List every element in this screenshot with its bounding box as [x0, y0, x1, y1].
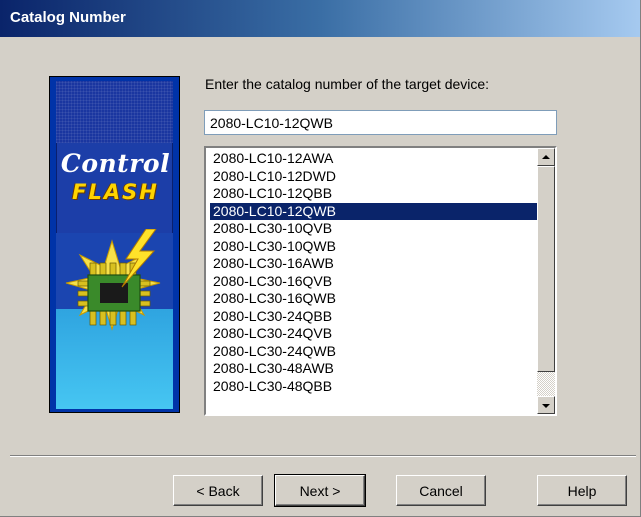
catalog-list-items: 2080-LC10-12AWA 2080-LC10-12DWD 2080-LC10-…: [206, 148, 537, 395]
chip-lightning-icon: [65, 229, 161, 331]
scroll-up-button[interactable]: [537, 148, 555, 166]
arrow-down-icon: [542, 404, 550, 408]
banner-logo-flash: FLASH: [72, 180, 159, 204]
list-item[interactable]: 2080-LC30-16QVB: [210, 273, 537, 291]
list-scrollbar[interactable]: [537, 148, 555, 414]
controlflash-banner: Control FLASH: [49, 76, 180, 413]
list-item[interactable]: 2080-LC30-10QWB: [210, 238, 537, 256]
list-item[interactable]: 2080-LC30-24QWB: [210, 343, 537, 361]
dialog-window: Catalog Number Control FLASH Enter the c…: [0, 0, 641, 517]
list-item[interactable]: 2080-LC10-12AWA: [210, 150, 537, 168]
list-item[interactable]: 2080-LC30-16AWB: [210, 255, 537, 273]
list-item[interactable]: 2080-LC30-48QBB: [210, 378, 537, 396]
title-bar[interactable]: Catalog Number: [0, 0, 640, 37]
list-item[interactable]: 2080-LC10-12QWB: [210, 202, 537, 220]
help-button[interactable]: Help: [537, 475, 627, 506]
list-item[interactable]: 2080-LC30-24QBB: [210, 308, 537, 326]
button-separator: [10, 455, 636, 457]
list-item[interactable]: 2080-LC30-10QVB: [210, 220, 537, 238]
banner-pattern: [56, 81, 173, 143]
cancel-button[interactable]: Cancel: [396, 475, 486, 506]
catalog-number-input[interactable]: [204, 110, 557, 135]
list-item[interactable]: 2080-LC30-24QVB: [210, 325, 537, 343]
banner-logo-control: Control: [60, 149, 171, 178]
instruction-label: Enter the catalog number of the target d…: [205, 76, 490, 92]
list-item[interactable]: 2080-LC10-12QBB: [210, 185, 537, 203]
list-item[interactable]: 2080-LC30-48AWB: [210, 360, 537, 378]
list-item[interactable]: 2080-LC30-16QWB: [210, 290, 537, 308]
scroll-down-button[interactable]: [537, 396, 555, 414]
list-item[interactable]: 2080-LC10-12DWD: [210, 168, 537, 186]
catalog-number-list[interactable]: 2080-LC10-12AWA 2080-LC10-12DWD 2080-LC10-…: [204, 146, 557, 416]
window-title: Catalog Number: [10, 9, 126, 26]
next-button[interactable]: Next >: [274, 474, 366, 507]
arrow-up-icon: [542, 155, 550, 159]
scrollbar-thumb[interactable]: [537, 166, 555, 372]
back-button[interactable]: < Back: [173, 475, 263, 506]
scrollbar-track[interactable]: [537, 372, 555, 396]
